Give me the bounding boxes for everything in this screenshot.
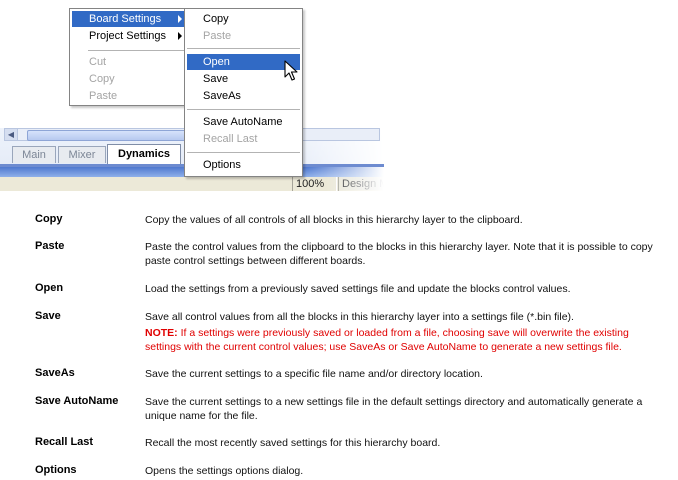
menu-item-paste[interactable]: Paste xyxy=(72,88,186,104)
desc-open: Load the settings from a previously save… xyxy=(145,283,571,295)
term-save-autoname: Save AutoName xyxy=(35,395,119,407)
term-recall-last: Recall Last xyxy=(35,436,94,448)
submenu-item-paste[interactable]: Paste xyxy=(187,28,300,44)
note-text: If a settings were previously saved or l… xyxy=(145,327,629,353)
menu-item-cut[interactable]: Cut xyxy=(72,54,186,70)
note-label: NOTE: xyxy=(145,327,178,339)
term-paste: Paste xyxy=(35,240,65,252)
submenu-item-options[interactable]: Options xyxy=(187,157,300,173)
menu-item-copy[interactable]: Copy xyxy=(72,71,186,87)
mouse-pointer-icon xyxy=(284,60,298,81)
submenu-arrow-icon xyxy=(178,32,182,40)
menu-item-label: Project Settings xyxy=(89,30,167,42)
context-menu: Board Settings Project Settings Cut Copy… xyxy=(69,8,189,106)
term-open: Open xyxy=(35,282,64,294)
submenu-item-recall-last[interactable]: Recall Last xyxy=(187,131,300,147)
status-mode: Design M xyxy=(338,177,388,191)
menu-separator xyxy=(187,109,300,110)
board-settings-submenu: Copy Paste Open Save SaveAs Save AutoNam… xyxy=(184,8,303,177)
menu-separator xyxy=(187,152,300,153)
menu-separator xyxy=(88,50,184,51)
desc-save-text: Save all control values from all the blo… xyxy=(145,311,574,323)
status-zoom: 100% xyxy=(292,177,337,191)
desc-save: Save all control values from all the blo… xyxy=(145,310,665,354)
desc-options: Opens the settings options dialog. xyxy=(145,465,304,477)
menu-item-project-settings[interactable]: Project Settings xyxy=(72,28,186,44)
submenu-item-save-autoname[interactable]: Save AutoName xyxy=(187,114,300,130)
term-options: Options xyxy=(35,464,77,476)
desc-recall-last: Recall the most recently saved settings … xyxy=(145,437,441,449)
status-bar: 100% Design M xyxy=(0,177,388,191)
tab-dynamics[interactable]: Dynamics xyxy=(107,144,181,164)
submenu-item-copy[interactable]: Copy xyxy=(187,11,300,27)
desc-saveas: Save the current settings to a specific … xyxy=(145,368,483,380)
tab-main[interactable]: Main xyxy=(12,146,56,163)
submenu-arrow-icon xyxy=(178,15,182,23)
desc-copy: Copy the values of all controls of all b… xyxy=(145,214,523,226)
scroll-left-arrow-icon[interactable]: ◀ xyxy=(5,129,18,140)
term-copy: Copy xyxy=(35,213,63,225)
menu-separator xyxy=(187,48,300,49)
term-save: Save xyxy=(35,310,61,322)
desc-save-autoname: Save the current settings to a new setti… xyxy=(145,396,643,422)
menu-item-label: Board Settings xyxy=(89,13,162,25)
submenu-item-saveas[interactable]: SaveAs xyxy=(187,88,300,104)
desc-paste: Paste the control values from the clipbo… xyxy=(145,241,653,267)
tab-mixer[interactable]: Mixer xyxy=(58,146,106,163)
save-note: NOTE: If a settings were previously save… xyxy=(145,326,665,354)
menu-item-board-settings[interactable]: Board Settings xyxy=(72,11,186,27)
term-saveas: SaveAs xyxy=(35,367,75,379)
